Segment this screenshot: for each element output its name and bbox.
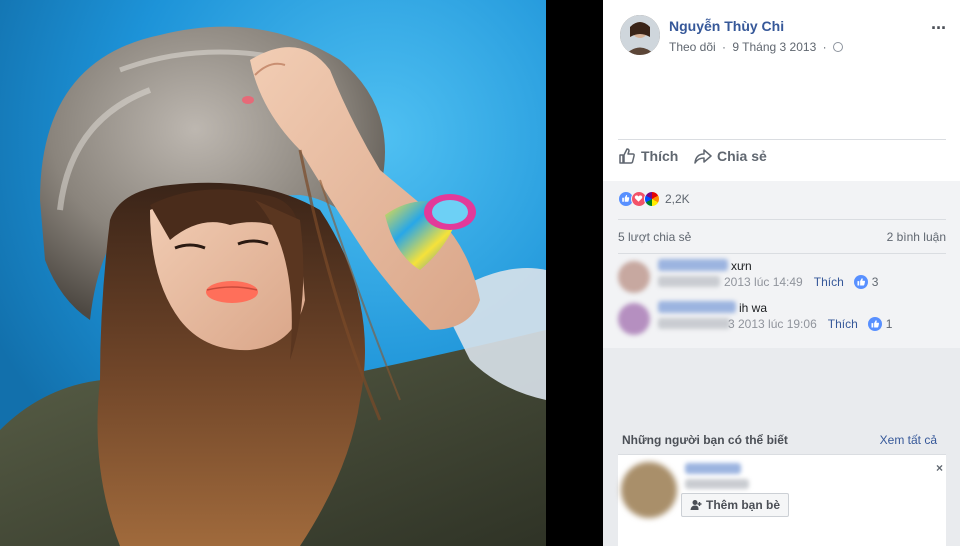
comment-avatar[interactable] (618, 303, 650, 335)
suggested-friend-name-blurred[interactable] (685, 463, 741, 474)
comment-like-link[interactable]: Thích (828, 317, 858, 331)
photo-stage (0, 0, 603, 546)
comment-like-icon (853, 275, 868, 289)
globe-icon[interactable] (832, 42, 843, 52)
comment-text: ih wa (739, 301, 768, 315)
close-icon[interactable]: × (936, 461, 943, 475)
divider (618, 139, 946, 140)
meta-separator: · (722, 40, 727, 54)
follow-link[interactable]: Theo dõi (669, 40, 716, 54)
share-button[interactable]: Chia sẻ (694, 147, 767, 165)
comment-item: ih wa 3 2013 lúc 19:06 Thích 1 (618, 301, 948, 335)
pymk-title: Những người bạn có thể biết (622, 433, 788, 447)
avatar-image (620, 15, 660, 55)
post-photo[interactable] (0, 0, 546, 546)
comment-date[interactable]: 2013 lúc 14:49 (724, 275, 803, 289)
comment-author-blurred[interactable] (658, 301, 736, 313)
comment-like-count[interactable]: 3 (872, 275, 879, 289)
comment-text: xưn (731, 259, 752, 273)
pride-reaction-icon (644, 191, 660, 207)
comment-item: xưn 2013 lúc 14:49 Thích 3 (618, 259, 948, 293)
meta-separator: · (822, 40, 827, 54)
see-all-link[interactable]: Xem tất cả (880, 433, 937, 447)
comment-like-link[interactable]: Thích (814, 275, 844, 289)
shares-count[interactable]: 5 lượt chia sẻ (618, 230, 691, 244)
add-friend-icon (690, 500, 702, 510)
like-label: Thích (641, 148, 679, 164)
divider (618, 219, 946, 220)
share-label: Chia sẻ (717, 148, 767, 164)
author-avatar[interactable] (620, 15, 660, 55)
reaction-count[interactable]: 2,2K (665, 192, 690, 206)
comment-date-blurred (658, 276, 720, 287)
comment-meta: 2013 lúc 14:49 Thích 3 (724, 275, 878, 289)
post-card: Nguyễn Thùy Chi Theo dõi · 9 Tháng 3 201… (603, 0, 960, 348)
mutual-friends-blurred (685, 479, 749, 489)
thumbs-up-icon (619, 148, 635, 164)
post-side-panel: Nguyễn Thùy Chi Theo dõi · 9 Tháng 3 201… (603, 0, 960, 546)
people-you-may-know: Những người bạn có thể biết Xem tất cả T… (603, 418, 960, 546)
comment-date-blurred (658, 318, 730, 329)
comments-count[interactable]: 2 bình luận (887, 230, 946, 244)
comment-meta: 3 2013 lúc 19:06 Thích 1 (728, 317, 892, 331)
suggested-friend-avatar[interactable] (621, 462, 677, 518)
reactions-summary[interactable]: 2,2K (618, 191, 690, 207)
comment-like-count[interactable]: 1 (886, 317, 893, 331)
add-friend-label: Thêm bạn bè (706, 498, 781, 512)
comment-like-icon (867, 317, 882, 331)
photo-portrait-illustration (0, 0, 546, 546)
like-button[interactable]: Thích (618, 147, 678, 165)
more-options-icon[interactable]: ··· (931, 19, 947, 37)
author-name[interactable]: Nguyễn Thùy Chi (669, 18, 784, 34)
feedback-section: 2,2K 5 lượt chia sẻ 2 bình luận xưn 2013… (603, 181, 960, 348)
post-date[interactable]: 9 Tháng 3 2013 (732, 40, 816, 54)
comment-author-blurred[interactable] (658, 259, 728, 271)
suggested-friend-card: Thêm bạn bè × (618, 454, 946, 546)
photo-viewer: Nguyễn Thùy Chi Theo dõi · 9 Tháng 3 201… (0, 0, 960, 546)
comment-avatar[interactable] (618, 261, 650, 293)
divider (618, 253, 946, 254)
comment-date[interactable]: 3 2013 lúc 19:06 (728, 317, 817, 331)
add-friend-button[interactable]: Thêm bạn bè (681, 493, 790, 517)
post-meta: Theo dõi · 9 Tháng 3 2013 · (669, 40, 846, 54)
share-arrow-icon (694, 149, 712, 164)
